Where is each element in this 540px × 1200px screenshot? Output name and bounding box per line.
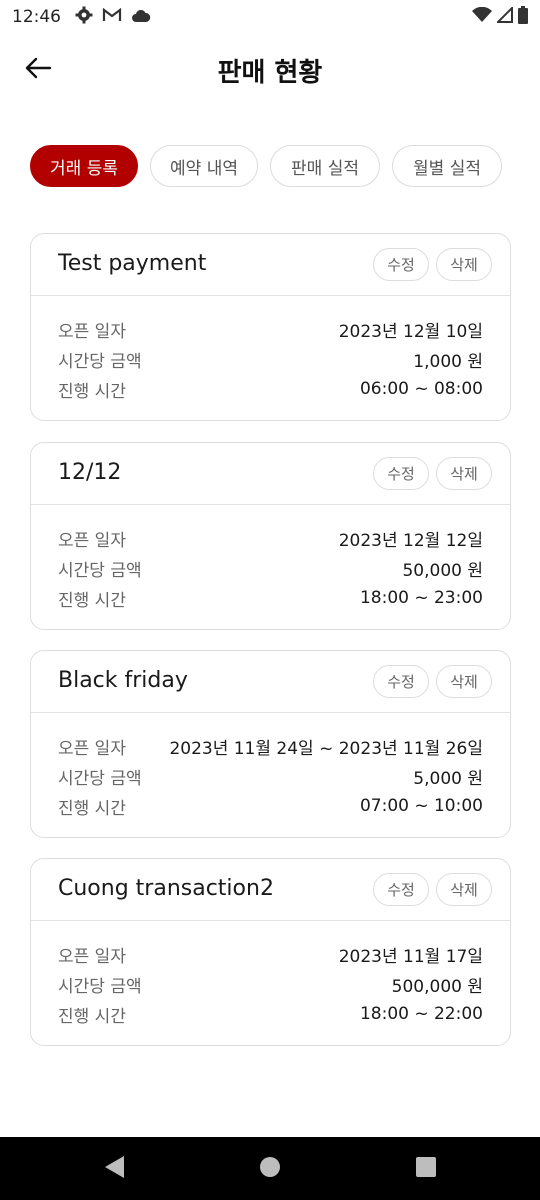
card-header: Test payment 수정 삭제 (31, 234, 510, 296)
hourly-price-label: 시간당 금액 (58, 351, 142, 372)
hourly-price-row: 시간당 금액 50,000 원 (58, 553, 483, 583)
card-title: Test payment (58, 251, 207, 276)
hourly-price-label: 시간당 금액 (58, 976, 142, 997)
card-body: 오픈 일자 2023년 11월 24일 ~ 2023년 11월 26일 시간당 … (31, 713, 510, 821)
edit-button[interactable]: 수정 (373, 665, 429, 698)
session-time-value: 06:00 ~ 08:00 (359, 379, 483, 399)
nav-recents-square-icon (415, 1156, 437, 1182)
nav-home-button[interactable] (256, 1155, 284, 1183)
hourly-price-row: 시간당 금액 1,000 원 (58, 344, 483, 374)
transaction-card: 12/12 수정 삭제 오픈 일자 2023년 12월 12일 시간당 금액 5… (30, 442, 511, 630)
open-date-row: 오픈 일자 2023년 12월 10일 (58, 314, 483, 344)
card-header: 12/12 수정 삭제 (31, 443, 510, 505)
open-date-value: 2023년 11월 24일 ~ 2023년 11월 26일 (169, 738, 483, 759)
open-date-label: 오픈 일자 (58, 738, 126, 759)
delete-button[interactable]: 삭제 (436, 665, 492, 698)
app-header: 판매 현황 (0, 34, 540, 104)
tab-sales-performance[interactable]: 판매 실적 (270, 145, 380, 187)
hourly-price-label: 시간당 금액 (58, 560, 142, 581)
hourly-price-value: 5,000 원 (413, 768, 483, 789)
nav-back-button[interactable] (100, 1155, 128, 1183)
status-icons-right (472, 5, 528, 28)
open-date-label: 오픈 일자 (58, 530, 126, 551)
card-header: Black friday 수정 삭제 (31, 651, 510, 713)
edit-button[interactable]: 수정 (373, 457, 429, 490)
tab-reservation-history[interactable]: 예약 내역 (150, 145, 258, 187)
nav-back-triangle-icon (103, 1155, 125, 1183)
nav-home-circle-icon (259, 1156, 281, 1182)
card-header: Cuong transaction2 수정 삭제 (31, 859, 510, 921)
card-title: Cuong transaction2 (58, 876, 274, 901)
status-time: 12:46 (12, 7, 61, 27)
session-time-row: 진행 시간 06:00 ~ 08:00 (58, 374, 483, 404)
card-actions: 수정 삭제 (373, 665, 492, 698)
card-actions: 수정 삭제 (373, 457, 492, 490)
hourly-price-label: 시간당 금액 (58, 768, 142, 789)
hourly-price-row: 시간당 금액 500,000 원 (58, 969, 483, 999)
transaction-card: Test payment 수정 삭제 오픈 일자 2023년 12월 10일 시… (30, 233, 511, 421)
status-bar: 12:46 (0, 0, 540, 34)
card-body: 오픈 일자 2023년 12월 12일 시간당 금액 50,000 원 진행 시… (31, 505, 510, 613)
open-date-value: 2023년 12월 12일 (338, 530, 483, 551)
card-body: 오픈 일자 2023년 11월 17일 시간당 금액 500,000 원 진행 … (31, 921, 510, 1029)
session-time-value: 18:00 ~ 23:00 (359, 588, 483, 608)
edit-button[interactable]: 수정 (373, 248, 429, 281)
card-actions: 수정 삭제 (373, 248, 492, 281)
session-time-label: 진행 시간 (58, 381, 126, 402)
wifi-icon (472, 6, 492, 27)
open-date-value: 2023년 12월 10일 (338, 321, 483, 342)
open-date-label: 오픈 일자 (58, 946, 126, 967)
session-time-row: 진행 시간 18:00 ~ 23:00 (58, 583, 483, 613)
session-time-row: 진행 시간 18:00 ~ 22:00 (58, 999, 483, 1029)
session-time-value: 18:00 ~ 22:00 (359, 1004, 483, 1024)
delete-button[interactable]: 삭제 (436, 873, 492, 906)
open-date-row: 오픈 일자 2023년 12월 12일 (58, 523, 483, 553)
open-date-row: 오픈 일자 2023년 11월 17일 (58, 939, 483, 969)
session-time-label: 진행 시간 (58, 798, 126, 819)
delete-button[interactable]: 삭제 (436, 457, 492, 490)
transaction-card: Cuong transaction2 수정 삭제 오픈 일자 2023년 11월… (30, 858, 511, 1046)
card-title: Black friday (58, 668, 188, 693)
session-time-label: 진행 시간 (58, 1006, 126, 1027)
delete-button[interactable]: 삭제 (436, 248, 492, 281)
tab-monthly-performance[interactable]: 월별 실적 (392, 145, 502, 187)
tab-transaction-register[interactable]: 거래 등록 (30, 145, 138, 187)
card-actions: 수정 삭제 (373, 873, 492, 906)
battery-icon (518, 6, 528, 28)
gmail-icon (102, 7, 122, 27)
session-time-row: 진행 시간 07:00 ~ 10:00 (58, 791, 483, 821)
hourly-price-row: 시간당 금액 5,000 원 (58, 761, 483, 791)
system-nav-bar (0, 1137, 540, 1200)
open-date-row: 오픈 일자 2023년 11월 24일 ~ 2023년 11월 26일 (58, 731, 483, 761)
settings-gear-icon (75, 6, 93, 28)
hourly-price-value: 50,000 원 (402, 560, 483, 581)
tab-row: 거래 등록 예약 내역 판매 실적 월별 실적 (30, 145, 502, 187)
status-icons-left (75, 6, 151, 28)
card-title: 12/12 (58, 460, 122, 485)
session-time-label: 진행 시간 (58, 590, 126, 611)
transaction-card: Black friday 수정 삭제 오픈 일자 2023년 11월 24일 ~… (30, 650, 511, 838)
cloud-icon (131, 8, 151, 27)
edit-button[interactable]: 수정 (373, 873, 429, 906)
card-body: 오픈 일자 2023년 12월 10일 시간당 금액 1,000 원 진행 시간… (31, 296, 510, 404)
hourly-price-value: 500,000 원 (391, 976, 483, 997)
session-time-value: 07:00 ~ 10:00 (359, 796, 483, 816)
page-title: 판매 현황 (217, 58, 323, 88)
nav-recents-button[interactable] (412, 1155, 440, 1183)
open-date-label: 오픈 일자 (58, 321, 126, 342)
hourly-price-value: 1,000 원 (413, 351, 483, 372)
open-date-value: 2023년 11월 17일 (338, 946, 483, 967)
signal-icon (495, 5, 513, 27)
